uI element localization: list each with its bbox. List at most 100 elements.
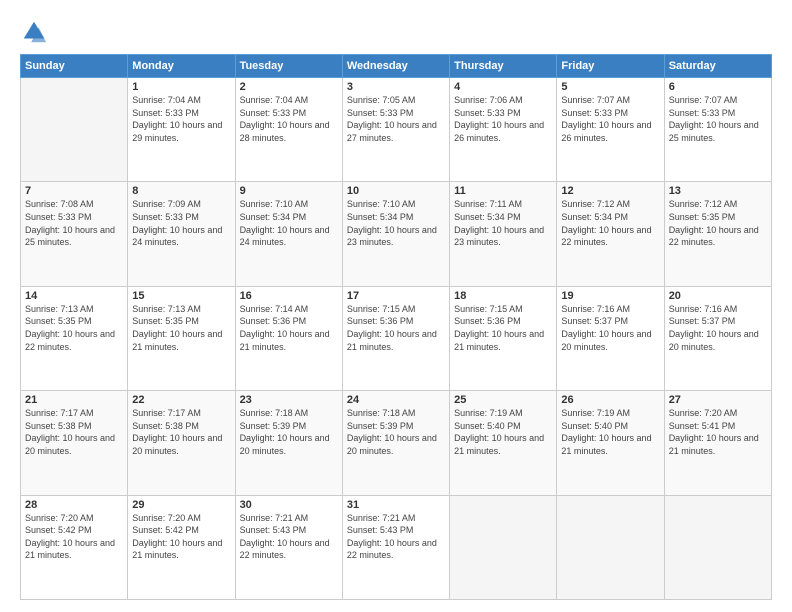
- calendar-day-cell: 6Sunrise: 7:07 AMSunset: 5:33 PMDaylight…: [664, 78, 771, 182]
- calendar-day-header: Wednesday: [342, 55, 449, 78]
- calendar-day-cell: 22Sunrise: 7:17 AMSunset: 5:38 PMDayligh…: [128, 391, 235, 495]
- day-number: 5: [561, 81, 659, 93]
- calendar-day-cell: 10Sunrise: 7:10 AMSunset: 5:34 PMDayligh…: [342, 182, 449, 286]
- calendar-day-cell: 15Sunrise: 7:13 AMSunset: 5:35 PMDayligh…: [128, 286, 235, 390]
- day-detail: Sunrise: 7:18 AMSunset: 5:39 PMDaylight:…: [347, 407, 445, 457]
- day-detail: Sunrise: 7:04 AMSunset: 5:33 PMDaylight:…: [240, 94, 338, 144]
- calendar-week-row: 1Sunrise: 7:04 AMSunset: 5:33 PMDaylight…: [21, 78, 772, 182]
- calendar-day-cell: 24Sunrise: 7:18 AMSunset: 5:39 PMDayligh…: [342, 391, 449, 495]
- calendar-day-cell: [664, 495, 771, 599]
- calendar-day-cell: 1Sunrise: 7:04 AMSunset: 5:33 PMDaylight…: [128, 78, 235, 182]
- calendar-day-cell: 21Sunrise: 7:17 AMSunset: 5:38 PMDayligh…: [21, 391, 128, 495]
- day-detail: Sunrise: 7:16 AMSunset: 5:37 PMDaylight:…: [669, 303, 767, 353]
- calendar-day-header: Monday: [128, 55, 235, 78]
- day-detail: Sunrise: 7:18 AMSunset: 5:39 PMDaylight:…: [240, 407, 338, 457]
- calendar-day-cell: 25Sunrise: 7:19 AMSunset: 5:40 PMDayligh…: [450, 391, 557, 495]
- day-detail: Sunrise: 7:20 AMSunset: 5:42 PMDaylight:…: [132, 512, 230, 562]
- calendar-day-cell: 2Sunrise: 7:04 AMSunset: 5:33 PMDaylight…: [235, 78, 342, 182]
- calendar-day-cell: 19Sunrise: 7:16 AMSunset: 5:37 PMDayligh…: [557, 286, 664, 390]
- calendar-day-header: Tuesday: [235, 55, 342, 78]
- header: [20, 18, 772, 46]
- day-detail: Sunrise: 7:14 AMSunset: 5:36 PMDaylight:…: [240, 303, 338, 353]
- day-detail: Sunrise: 7:11 AMSunset: 5:34 PMDaylight:…: [454, 198, 552, 248]
- calendar-week-row: 28Sunrise: 7:20 AMSunset: 5:42 PMDayligh…: [21, 495, 772, 599]
- day-number: 22: [132, 394, 230, 406]
- calendar-header-row: SundayMondayTuesdayWednesdayThursdayFrid…: [21, 55, 772, 78]
- day-detail: Sunrise: 7:19 AMSunset: 5:40 PMDaylight:…: [454, 407, 552, 457]
- day-number: 3: [347, 81, 445, 93]
- day-detail: Sunrise: 7:13 AMSunset: 5:35 PMDaylight:…: [132, 303, 230, 353]
- day-number: 10: [347, 185, 445, 197]
- calendar-day-cell: 14Sunrise: 7:13 AMSunset: 5:35 PMDayligh…: [21, 286, 128, 390]
- calendar-day-cell: 11Sunrise: 7:11 AMSunset: 5:34 PMDayligh…: [450, 182, 557, 286]
- day-number: 29: [132, 499, 230, 511]
- day-detail: Sunrise: 7:20 AMSunset: 5:42 PMDaylight:…: [25, 512, 123, 562]
- day-detail: Sunrise: 7:07 AMSunset: 5:33 PMDaylight:…: [561, 94, 659, 144]
- calendar-day-cell: 30Sunrise: 7:21 AMSunset: 5:43 PMDayligh…: [235, 495, 342, 599]
- day-number: 8: [132, 185, 230, 197]
- day-number: 14: [25, 290, 123, 302]
- calendar-day-cell: 28Sunrise: 7:20 AMSunset: 5:42 PMDayligh…: [21, 495, 128, 599]
- calendar-week-row: 7Sunrise: 7:08 AMSunset: 5:33 PMDaylight…: [21, 182, 772, 286]
- calendar-day-cell: 20Sunrise: 7:16 AMSunset: 5:37 PMDayligh…: [664, 286, 771, 390]
- calendar-day-cell: 31Sunrise: 7:21 AMSunset: 5:43 PMDayligh…: [342, 495, 449, 599]
- calendar-day-cell: [557, 495, 664, 599]
- day-number: 21: [25, 394, 123, 406]
- day-detail: Sunrise: 7:05 AMSunset: 5:33 PMDaylight:…: [347, 94, 445, 144]
- calendar-day-cell: 16Sunrise: 7:14 AMSunset: 5:36 PMDayligh…: [235, 286, 342, 390]
- day-number: 16: [240, 290, 338, 302]
- day-detail: Sunrise: 7:10 AMSunset: 5:34 PMDaylight:…: [240, 198, 338, 248]
- day-number: 12: [561, 185, 659, 197]
- calendar-day-cell: 7Sunrise: 7:08 AMSunset: 5:33 PMDaylight…: [21, 182, 128, 286]
- day-detail: Sunrise: 7:15 AMSunset: 5:36 PMDaylight:…: [347, 303, 445, 353]
- day-number: 20: [669, 290, 767, 302]
- day-number: 23: [240, 394, 338, 406]
- calendar-day-cell: [21, 78, 128, 182]
- day-detail: Sunrise: 7:15 AMSunset: 5:36 PMDaylight:…: [454, 303, 552, 353]
- day-detail: Sunrise: 7:20 AMSunset: 5:41 PMDaylight:…: [669, 407, 767, 457]
- calendar-day-cell: 4Sunrise: 7:06 AMSunset: 5:33 PMDaylight…: [450, 78, 557, 182]
- day-number: 30: [240, 499, 338, 511]
- day-number: 7: [25, 185, 123, 197]
- day-number: 15: [132, 290, 230, 302]
- day-detail: Sunrise: 7:12 AMSunset: 5:35 PMDaylight:…: [669, 198, 767, 248]
- calendar-day-header: Saturday: [664, 55, 771, 78]
- day-number: 27: [669, 394, 767, 406]
- calendar-table: SundayMondayTuesdayWednesdayThursdayFrid…: [20, 54, 772, 600]
- day-number: 6: [669, 81, 767, 93]
- calendar-day-cell: [450, 495, 557, 599]
- calendar-day-cell: 5Sunrise: 7:07 AMSunset: 5:33 PMDaylight…: [557, 78, 664, 182]
- day-detail: Sunrise: 7:17 AMSunset: 5:38 PMDaylight:…: [25, 407, 123, 457]
- calendar-day-cell: 9Sunrise: 7:10 AMSunset: 5:34 PMDaylight…: [235, 182, 342, 286]
- day-detail: Sunrise: 7:04 AMSunset: 5:33 PMDaylight:…: [132, 94, 230, 144]
- day-detail: Sunrise: 7:08 AMSunset: 5:33 PMDaylight:…: [25, 198, 123, 248]
- calendar-day-header: Thursday: [450, 55, 557, 78]
- day-number: 19: [561, 290, 659, 302]
- calendar-day-cell: 18Sunrise: 7:15 AMSunset: 5:36 PMDayligh…: [450, 286, 557, 390]
- day-detail: Sunrise: 7:06 AMSunset: 5:33 PMDaylight:…: [454, 94, 552, 144]
- calendar-day-cell: 8Sunrise: 7:09 AMSunset: 5:33 PMDaylight…: [128, 182, 235, 286]
- calendar-day-cell: 27Sunrise: 7:20 AMSunset: 5:41 PMDayligh…: [664, 391, 771, 495]
- day-number: 31: [347, 499, 445, 511]
- page: SundayMondayTuesdayWednesdayThursdayFrid…: [0, 0, 792, 612]
- day-number: 17: [347, 290, 445, 302]
- day-detail: Sunrise: 7:13 AMSunset: 5:35 PMDaylight:…: [25, 303, 123, 353]
- day-number: 4: [454, 81, 552, 93]
- calendar-day-header: Sunday: [21, 55, 128, 78]
- day-number: 13: [669, 185, 767, 197]
- day-number: 28: [25, 499, 123, 511]
- day-detail: Sunrise: 7:16 AMSunset: 5:37 PMDaylight:…: [561, 303, 659, 353]
- calendar-day-cell: 12Sunrise: 7:12 AMSunset: 5:34 PMDayligh…: [557, 182, 664, 286]
- day-number: 1: [132, 81, 230, 93]
- day-number: 11: [454, 185, 552, 197]
- day-number: 26: [561, 394, 659, 406]
- day-number: 25: [454, 394, 552, 406]
- day-detail: Sunrise: 7:09 AMSunset: 5:33 PMDaylight:…: [132, 198, 230, 248]
- day-detail: Sunrise: 7:19 AMSunset: 5:40 PMDaylight:…: [561, 407, 659, 457]
- calendar-day-cell: 23Sunrise: 7:18 AMSunset: 5:39 PMDayligh…: [235, 391, 342, 495]
- day-number: 24: [347, 394, 445, 406]
- calendar-day-cell: 17Sunrise: 7:15 AMSunset: 5:36 PMDayligh…: [342, 286, 449, 390]
- logo: [20, 18, 52, 46]
- day-detail: Sunrise: 7:17 AMSunset: 5:38 PMDaylight:…: [132, 407, 230, 457]
- calendar-day-cell: 3Sunrise: 7:05 AMSunset: 5:33 PMDaylight…: [342, 78, 449, 182]
